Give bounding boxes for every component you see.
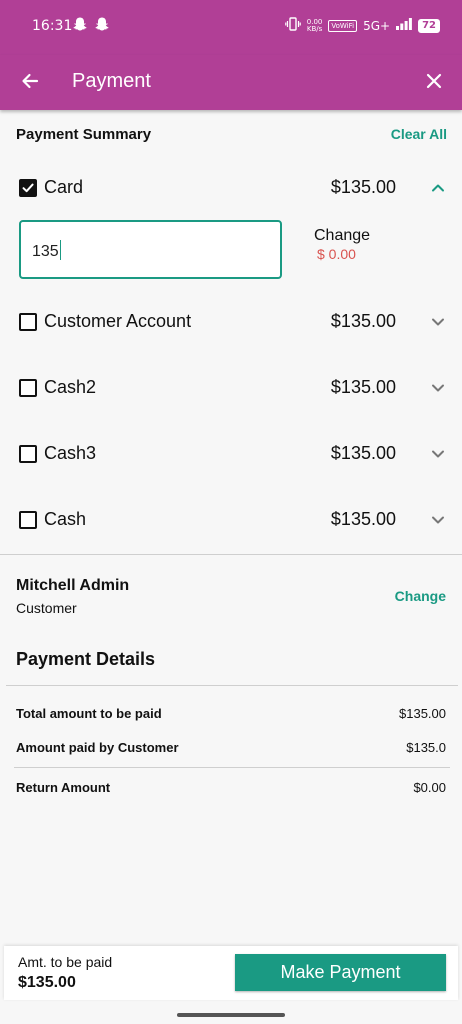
text-caret xyxy=(59,240,62,260)
detail-value: $0.00 xyxy=(413,780,446,795)
chevron-down-icon[interactable] xyxy=(430,512,446,528)
amount-to-pay-label: Amt. to be paid xyxy=(18,954,113,970)
payment-method-label: Cash3 xyxy=(44,443,97,463)
battery-icon: 72 xyxy=(418,18,440,33)
status-bar: 16:31 0.00 KB/s VoWiFi 5G+ 72 xyxy=(0,0,462,55)
bottom-bar: Amt. to be paid $135.00 Make Payment xyxy=(4,946,458,1000)
app-bar: Payment xyxy=(0,55,462,110)
status-icons: 0.00 KB/s VoWiFi 5G+ 72 xyxy=(284,17,440,34)
payment-method-label: Customer Account xyxy=(44,311,192,331)
snapchat-icon xyxy=(94,16,110,36)
customer-name: Mitchell Admin xyxy=(16,577,130,594)
payment-method-cash3[interactable]: Cash3 $135.00 xyxy=(0,434,462,474)
detail-label: Total amount to be paid xyxy=(16,706,162,721)
payment-method-customer-account[interactable]: Customer Account $135.00 xyxy=(0,302,462,342)
chevron-up-icon[interactable] xyxy=(430,180,446,196)
payment-method-amount: $135.00 xyxy=(330,311,396,331)
payment-method-amount: $135.00 xyxy=(330,509,396,529)
close-icon[interactable] xyxy=(420,67,448,95)
net-speed: 0.00 KB/s xyxy=(306,17,323,33)
change-customer-button[interactable]: Change xyxy=(395,588,446,604)
back-arrow-icon[interactable] xyxy=(16,67,44,95)
payment-summary-title: Payment Summary xyxy=(16,126,152,143)
cash2-checkbox[interactable] xyxy=(19,379,37,397)
volte-badge: VoWiFi xyxy=(328,19,358,32)
payment-method-amount: $135.00 xyxy=(330,443,396,463)
chevron-down-icon[interactable] xyxy=(430,314,446,330)
chevron-down-icon[interactable] xyxy=(430,446,446,462)
payment-method-label: Card xyxy=(44,177,84,197)
section-divider xyxy=(0,554,462,555)
payment-details-title: Payment Details xyxy=(16,649,156,669)
snapchat-icon xyxy=(72,16,88,36)
vibrate-icon xyxy=(284,17,301,34)
customer-role: Customer xyxy=(16,600,77,616)
detail-label: Return Amount xyxy=(16,780,111,795)
cash-checkbox[interactable] xyxy=(19,511,37,529)
detail-row-total: Total amount to be paid $135.00 xyxy=(16,706,446,721)
payment-method-amount: $135.00 xyxy=(330,177,396,197)
card-amount-input[interactable]: 135 xyxy=(19,220,282,279)
payment-method-cash[interactable]: Cash $135.00 xyxy=(0,500,462,540)
detail-row-return: Return Amount $0.00 xyxy=(16,780,446,795)
payment-method-card[interactable]: Card $135.00 xyxy=(0,168,462,208)
detail-row-paid: Amount paid by Customer $135.0 xyxy=(16,740,446,755)
payment-method-label: Cash xyxy=(44,509,87,529)
detail-value: $135.00 xyxy=(399,706,446,721)
chevron-down-icon[interactable] xyxy=(430,380,446,396)
amount-to-pay-value: $135.00 xyxy=(18,974,76,991)
status-time: 16:31 xyxy=(32,18,73,34)
detail-divider xyxy=(14,767,450,768)
detail-label: Amount paid by Customer xyxy=(16,740,179,755)
card-checkbox[interactable] xyxy=(19,179,37,197)
detail-value: $135.0 xyxy=(406,740,446,755)
section-divider xyxy=(6,685,458,686)
home-indicator[interactable] xyxy=(177,1013,285,1017)
payment-method-cash2[interactable]: Cash2 $135.00 xyxy=(0,368,462,408)
network-type: 5G+ xyxy=(363,18,391,33)
payment-method-label: Cash2 xyxy=(44,377,97,397)
payment-method-amount: $135.00 xyxy=(330,377,396,397)
page-title: Payment xyxy=(72,70,151,92)
change-value: $ 0.00 xyxy=(317,246,356,262)
clear-all-button[interactable]: Clear All xyxy=(391,126,447,142)
cash3-checkbox[interactable] xyxy=(19,445,37,463)
customer-account-checkbox[interactable] xyxy=(19,313,37,331)
make-payment-button[interactable]: Make Payment xyxy=(235,954,446,991)
signal-icon xyxy=(396,18,412,33)
change-label: Change xyxy=(314,227,371,244)
